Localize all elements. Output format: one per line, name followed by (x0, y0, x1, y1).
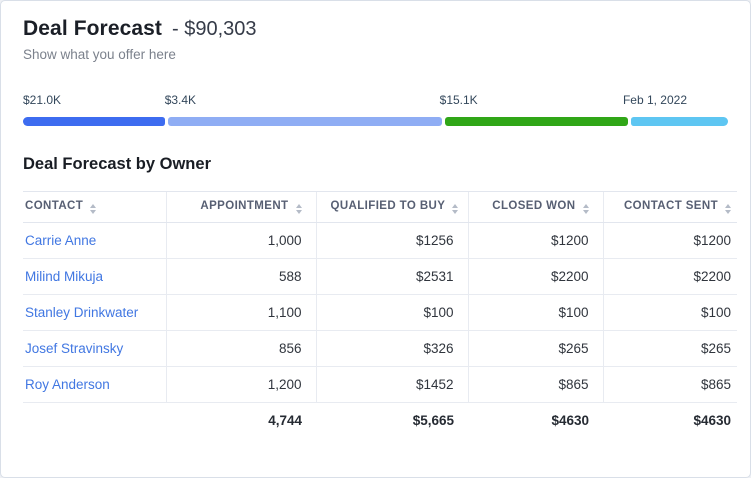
sort-icon[interactable] (583, 204, 589, 214)
section-title: Deal Forecast by Owner (23, 155, 735, 174)
column-header-label: CONTACT (25, 200, 83, 212)
column-header-appointment[interactable]: APPOINTMENT (166, 192, 316, 223)
column-header-contact[interactable]: CONTACT (23, 192, 166, 223)
bar-segment (631, 117, 728, 126)
cell-contact-sent: $865 (603, 367, 737, 403)
bar-segment (445, 117, 628, 126)
cell-closed-won: $865 (468, 367, 603, 403)
total-empty-cell (23, 403, 166, 439)
total-appointment: 4,744 (166, 403, 316, 439)
bar-segment (23, 117, 165, 126)
cell-appointment: 588 (166, 259, 316, 295)
bar-segment-label: $3.4K (165, 93, 196, 107)
cell-closed-won: $2200 (468, 259, 603, 295)
contact-link[interactable]: Carrie Anne (25, 233, 96, 248)
table-header-row: CONTACT APPOINTMENT QUALIFIED TO BUY CLO… (23, 192, 737, 223)
cell-contact: Milind Mikuja (23, 259, 166, 295)
table-body: Carrie Anne 1,000 $1256 $1200 $1200 Mili… (23, 223, 737, 403)
column-header-label: QUALIFIED TO BUY (331, 200, 446, 212)
cell-closed-won: $265 (468, 331, 603, 367)
cell-closed-won: $100 (468, 295, 603, 331)
cell-appointment: 856 (166, 331, 316, 367)
cell-contact-sent: $100 (603, 295, 737, 331)
column-header-label: CONTACT SENT (624, 200, 718, 212)
column-header-label: CLOSED WON (492, 200, 575, 212)
total-closed-won: $4630 (468, 403, 603, 439)
cell-contact: Josef Stravinsky (23, 331, 166, 367)
title-text: Deal Forecast (23, 17, 162, 41)
cell-contact: Roy Anderson (23, 367, 166, 403)
table-row: Carrie Anne 1,000 $1256 $1200 $1200 (23, 223, 737, 259)
deal-forecast-table: CONTACT APPOINTMENT QUALIFIED TO BUY CLO… (23, 191, 737, 438)
table-row: Josef Stravinsky 856 $326 $265 $265 (23, 331, 737, 367)
cell-appointment: 1,200 (166, 367, 316, 403)
contact-link[interactable]: Roy Anderson (25, 377, 110, 392)
cell-contact-sent: $1200 (603, 223, 737, 259)
title-amount: - $90,303 (172, 18, 257, 41)
sort-icon[interactable] (296, 204, 302, 214)
subtitle: Show what you offer here (23, 47, 735, 62)
cell-contact: Stanley Drinkwater (23, 295, 166, 331)
bar-segment-label: Feb 1, 2022 (623, 93, 687, 107)
table-row: Roy Anderson 1,200 $1452 $865 $865 (23, 367, 737, 403)
contact-link[interactable]: Milind Mikuja (25, 269, 103, 284)
cell-qualified-to-buy: $1256 (316, 223, 468, 259)
total-qualified-to-buy: $5,665 (316, 403, 468, 439)
progress-bar (23, 117, 728, 126)
cell-qualified-to-buy: $2531 (316, 259, 468, 295)
column-header-closed-won[interactable]: CLOSED WON (468, 192, 603, 223)
contact-link[interactable]: Stanley Drinkwater (25, 305, 138, 320)
totals-row: 4,744 $5,665 $4630 $4630 (23, 403, 737, 439)
table-row: Stanley Drinkwater 1,100 $100 $100 $100 (23, 295, 737, 331)
cell-appointment: 1,000 (166, 223, 316, 259)
column-header-label: APPOINTMENT (200, 200, 288, 212)
sort-icon[interactable] (90, 204, 96, 214)
bar-segment (168, 117, 443, 126)
contact-link[interactable]: Josef Stravinsky (25, 341, 123, 356)
cell-qualified-to-buy: $100 (316, 295, 468, 331)
sort-icon[interactable] (452, 204, 458, 214)
cell-contact-sent: $265 (603, 331, 737, 367)
cell-contact: Carrie Anne (23, 223, 166, 259)
sort-icon[interactable] (725, 204, 731, 214)
deal-forecast-card: Deal Forecast - $90,303 Show what you of… (0, 0, 751, 478)
total-contact-sent: $4630 (603, 403, 737, 439)
cell-qualified-to-buy: $326 (316, 331, 468, 367)
cell-appointment: 1,100 (166, 295, 316, 331)
bar-segment-label: $15.1K (440, 93, 478, 107)
cell-closed-won: $1200 (468, 223, 603, 259)
column-header-qualified-to-buy[interactable]: QUALIFIED TO BUY (316, 192, 468, 223)
cell-contact-sent: $2200 (603, 259, 737, 295)
page-title: Deal Forecast - $90,303 (23, 17, 735, 41)
cell-qualified-to-buy: $1452 (316, 367, 468, 403)
bar-segment-label: $21.0K (23, 93, 61, 107)
progress-bar-labels: $21.0K $3.4K $15.1K Feb 1, 2022 (23, 93, 728, 109)
column-header-contact-sent[interactable]: CONTACT SENT (603, 192, 737, 223)
table-row: Milind Mikuja 588 $2531 $2200 $2200 (23, 259, 737, 295)
